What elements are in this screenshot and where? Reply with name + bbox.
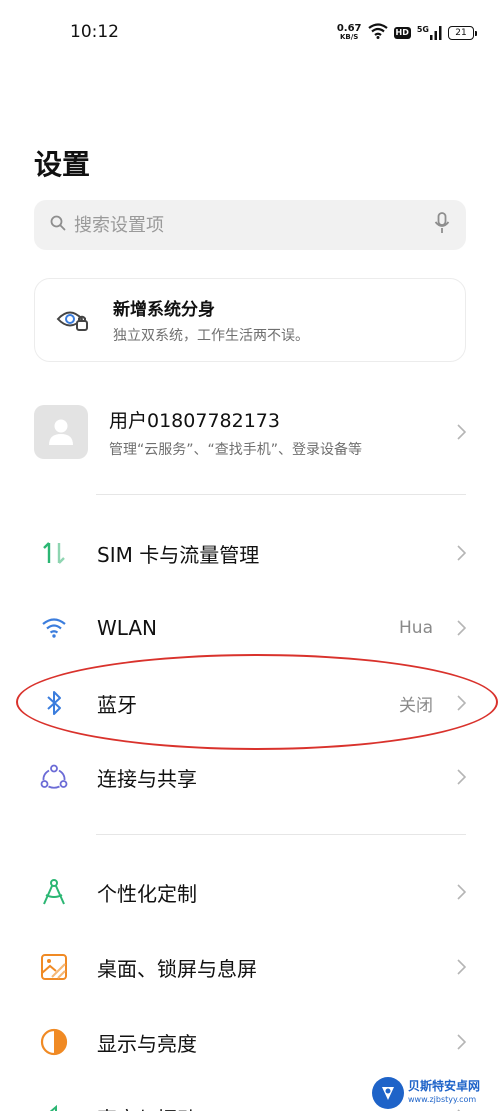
promo-title: 新增系统分身: [113, 300, 215, 320]
watermark-url: www.zjbstyy.com: [408, 1094, 477, 1104]
dual-system-eye-icon: [55, 302, 91, 338]
wifi-status-icon: [367, 23, 388, 43]
share-connect-icon: [38, 761, 70, 793]
settings-item-home-lock-screen[interactable]: 桌面、锁屏与息屏: [0, 937, 500, 997]
person-icon: [49, 419, 73, 445]
battery-icon: 21: [448, 26, 477, 40]
settings-item-label: 桌面、锁屏与息屏: [97, 956, 257, 981]
avatar: [34, 405, 88, 459]
hd-badge: HD: [393, 27, 411, 39]
brightness-icon: [38, 1026, 70, 1058]
settings-item-label: 个性化定制: [97, 881, 197, 906]
network-speed-unit: KB/S: [339, 33, 359, 41]
status-icons: 0.67 KB/S HD 5G 21: [336, 22, 477, 44]
section-divider: [96, 494, 466, 495]
chevron-right-icon: [454, 956, 468, 978]
settings-item-label: 连接与共享: [97, 766, 197, 791]
status-bar: 10:12 0.67 KB/S HD 5G 21: [0, 0, 500, 66]
settings-item-connection-sharing[interactable]: 连接与共享: [0, 747, 500, 807]
search-icon: [50, 215, 66, 235]
settings-item-value: 关闭: [399, 695, 433, 716]
chevron-right-icon: [454, 766, 468, 788]
page-title: 设置: [34, 148, 91, 181]
search-input[interactable]: [74, 214, 434, 236]
bluetooth-icon: [38, 687, 70, 719]
chevron-right-icon: [454, 692, 468, 714]
network-speed: 0.67 KB/S: [336, 23, 362, 42]
settings-item-label: WLAN: [97, 616, 158, 640]
compass-icon: [38, 876, 70, 908]
settings-item-bluetooth[interactable]: 蓝牙 关闭: [0, 673, 500, 733]
promo-text: 新增系统分身 独立双系统，工作生活两不误。: [113, 295, 309, 345]
sim-data-arrows-icon: [38, 537, 70, 569]
chevron-right-icon: [454, 542, 468, 564]
watermark-text: 贝斯特安卓网 www.zjbstyy.com: [408, 1078, 481, 1106]
microphone-icon[interactable]: [434, 212, 450, 238]
watermark-name: 贝斯特安卓网: [408, 1078, 481, 1093]
chevron-right-icon: [454, 881, 468, 903]
account-row[interactable]: 用户01807782173 管理“云服务”、“查找手机”、登录设备等: [34, 400, 474, 464]
chevron-right-icon: [454, 1031, 468, 1053]
sound-icon: [38, 1101, 70, 1111]
promo-subtitle: 独立双系统，工作生活两不误。: [113, 328, 309, 344]
site-watermark: 贝斯特安卓网 www.zjbstyy.com: [372, 1074, 500, 1111]
status-time: 10:12: [70, 22, 119, 42]
settings-item-wlan[interactable]: WLAN Hua: [0, 598, 500, 658]
settings-item-label: 显示与亮度: [97, 1031, 197, 1056]
settings-item-label: 声音与振动: [97, 1103, 197, 1111]
chevron-right-icon: [454, 421, 468, 443]
account-name: 用户01807782173: [109, 409, 280, 432]
account-subtitle: 管理“云服务”、“查找手机”、登录设备等: [109, 441, 363, 458]
settings-item-label: 蓝牙: [97, 692, 137, 717]
wallpaper-icon: [38, 951, 70, 983]
network-type-label: 5G: [416, 25, 429, 34]
settings-item-sim[interactable]: SIM 卡与流量管理: [0, 523, 500, 583]
settings-item-personalization[interactable]: 个性化定制: [0, 862, 500, 922]
network-speed-value: 0.67: [336, 23, 362, 34]
dual-system-promo-card[interactable]: 新增系统分身 独立双系统，工作生活两不误。: [34, 278, 466, 362]
wifi-icon: [38, 612, 70, 644]
watermark-logo-icon: [372, 1076, 404, 1109]
settings-item-display-brightness[interactable]: 显示与亮度: [0, 1012, 500, 1072]
account-text: 用户01807782173 管理“云服务”、“查找手机”、登录设备等: [109, 406, 474, 459]
cellular-signal-icon: 5G: [417, 26, 442, 40]
settings-item-value: Hua: [399, 618, 433, 638]
section-divider: [96, 834, 466, 835]
settings-item-label: SIM 卡与流量管理: [97, 542, 260, 567]
chevron-right-icon: [454, 617, 468, 639]
search-bar[interactable]: [34, 200, 466, 250]
